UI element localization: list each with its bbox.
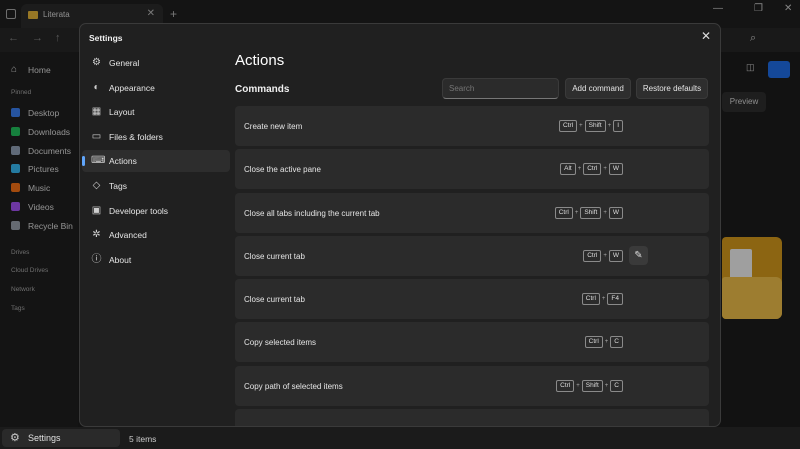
menu-item-advanced[interactable]: ✲ Advanced — [82, 224, 230, 246]
menu-item-actions[interactable]: ⌨ Actions — [82, 150, 230, 173]
key-cap: Ctrl — [581, 293, 600, 306]
section-title: Commands — [235, 84, 290, 95]
command-row[interactable]: Close current tab Ctrl + F4 — [235, 279, 709, 320]
key-cap: Shift — [580, 206, 602, 219]
plus-separator: + — [603, 252, 607, 259]
shortcut-keys: Ctrl + F4 — [581, 293, 623, 306]
command-label: Copy path of selected items — [244, 381, 343, 391]
settings-button[interactable]: ⚙ Settings — [2, 429, 120, 447]
settings-dialog: Settings ✕ ⚙ General ◐ Appearance ▦ Layout ▭ Fi… — [79, 23, 721, 427]
layout-grid-icon: ▦ — [91, 106, 102, 118]
key-cap: C — [610, 379, 623, 392]
menu-item-label: Layout — [109, 107, 135, 118]
page-title: Actions — [235, 52, 285, 69]
settings-button-label: Settings — [28, 433, 61, 443]
key-cap: W — [608, 206, 623, 219]
folder-icon: ▭ — [91, 130, 102, 142]
menu-item-files-folders[interactable]: ▭ Files & folders — [82, 126, 230, 148]
dialog-title: Settings — [89, 33, 123, 43]
command-row[interactable]: Close current tab Ctrl + W ✎ — [235, 235, 709, 276]
menu-item-label: Appearance — [109, 82, 155, 93]
key-cap: Ctrl — [559, 120, 578, 132]
command-row[interactable]: Copy selected items Ctrl + C — [235, 322, 709, 363]
menu-item-label: Files & folders — [109, 131, 163, 142]
settings-menu: ⚙ General ◐ Appearance ▦ Layout ▭ Files & folde… — [82, 52, 230, 273]
sliders-icon: ⚙ — [92, 57, 101, 68]
item-count: 5 items — [129, 434, 157, 444]
status-bar: ⚙ Settings 5 items — [0, 427, 800, 449]
plus-separator: + — [603, 209, 607, 216]
settings-content: Actions Commands Add command Restore def… — [233, 24, 720, 426]
shortcut-keys: Alt + Ctrl + W — [560, 163, 623, 176]
command-row[interactable]: Close all tabs including the current tab… — [235, 192, 709, 233]
key-cap: Ctrl — [556, 379, 575, 392]
key-cap: F4 — [607, 293, 623, 306]
menu-item-tags[interactable]: ◇ Tags — [82, 175, 230, 197]
menu-item-label: Tags — [109, 180, 127, 191]
command-row[interactable]: Create new item Ctrl + Shift + I — [235, 106, 709, 146]
menu-item-appearance[interactable]: ◐ Appearance — [82, 77, 230, 99]
command-label: Copy selected items — [244, 338, 317, 348]
menu-item-general[interactable]: ⚙ General — [82, 52, 230, 74]
plus-separator: + — [604, 339, 609, 346]
plus-separator: + — [579, 123, 583, 129]
plus-separator: + — [603, 166, 607, 173]
plus-separator: + — [577, 166, 582, 173]
developer-tools-icon: ▣ — [91, 204, 102, 216]
palette-icon: ◐ — [93, 81, 100, 93]
plus-separator: + — [604, 382, 609, 389]
key-cap: W — [608, 249, 623, 262]
key-cap: C — [610, 336, 623, 349]
info-icon: ⓘ — [91, 253, 102, 265]
advanced-icon: ✲ — [92, 229, 101, 241]
tag-icon: ◇ — [92, 179, 101, 191]
edit-pencil-icon[interactable]: ✎ — [629, 245, 648, 265]
gear-icon: ⚙ — [10, 432, 20, 444]
keyboard-icon: ⌨ — [91, 155, 106, 167]
menu-item-label: About — [109, 254, 132, 265]
key-cap: Ctrl — [584, 336, 603, 349]
key-cap: Alt — [560, 163, 576, 176]
key-cap: Ctrl — [583, 249, 602, 262]
menu-item-about[interactable]: ⓘ About — [82, 249, 230, 271]
plus-separator: + — [574, 209, 579, 216]
key-cap: Shift — [584, 120, 606, 132]
menu-item-label: General — [109, 58, 140, 68]
menu-item-label: Developer tools — [109, 205, 169, 216]
menu-item-developer-tools[interactable]: ▣ Developer tools — [82, 200, 230, 222]
command-row[interactable] — [235, 409, 709, 426]
shortcut-keys: Ctrl + C — [584, 336, 623, 349]
shortcut-keys: Ctrl + Shift + I — [559, 120, 623, 132]
menu-item-layout[interactable]: ▦ Layout — [82, 101, 230, 123]
search-input[interactable] — [442, 78, 559, 99]
command-label: Close current tab — [244, 295, 305, 305]
plus-separator: + — [607, 123, 612, 129]
command-label: Create new item — [244, 122, 303, 131]
menu-item-label: Actions — [109, 156, 137, 167]
command-row[interactable]: Close the active pane Alt + Ctrl + W — [235, 149, 709, 190]
command-label: Close the active pane — [244, 165, 321, 175]
key-cap: Ctrl — [583, 163, 602, 176]
plus-separator: + — [576, 382, 580, 389]
command-label: Close current tab — [244, 251, 305, 261]
key-cap: Shift — [581, 379, 603, 392]
shortcut-keys: Ctrl + W — [583, 249, 623, 262]
key-cap: I — [613, 120, 623, 132]
shortcut-keys: Ctrl + Shift + C — [556, 379, 623, 392]
shortcut-keys: Ctrl + Shift + W — [554, 206, 623, 219]
menu-item-label: Advanced — [109, 230, 147, 241]
restore-defaults-button[interactable]: Restore defaults — [636, 78, 708, 99]
command-label: Close all tabs including the current tab — [244, 208, 380, 218]
commands-list: Create new item Ctrl + Shift + I Close the act… — [235, 106, 709, 426]
add-command-button[interactable]: Add command — [565, 78, 631, 99]
key-cap: Ctrl — [554, 206, 573, 219]
key-cap: W — [608, 163, 623, 176]
plus-separator: + — [601, 296, 606, 303]
command-row[interactable]: Copy path of selected items Ctrl + Shift + C — [235, 365, 709, 406]
